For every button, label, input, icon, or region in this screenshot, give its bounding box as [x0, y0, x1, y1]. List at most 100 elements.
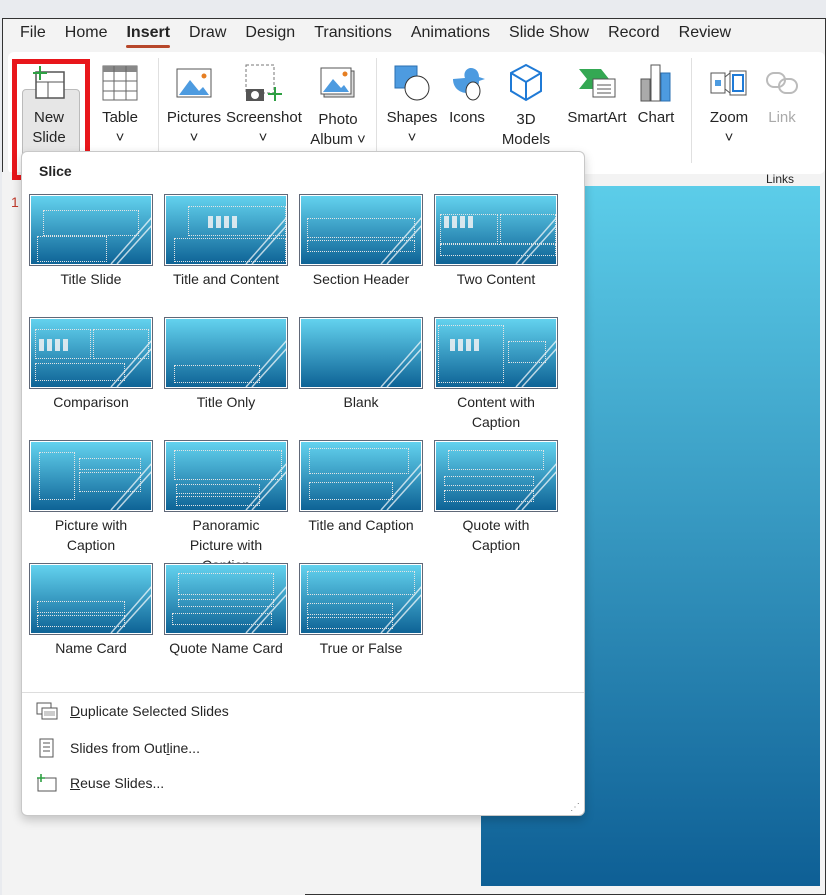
- layout-thumbnail: [434, 317, 558, 389]
- layout-label: Quote with Caption: [462, 517, 530, 553]
- chart-icon: [634, 58, 678, 108]
- layout-title-only[interactable]: Title Only: [161, 317, 291, 412]
- placeholder: [43, 210, 139, 236]
- tab-file[interactable]: File: [20, 19, 46, 51]
- layout-panoramic-picture-with-caption[interactable]: Panoramic Picture with Caption: [161, 440, 291, 575]
- table-button[interactable]: Table ˅: [98, 58, 142, 148]
- shapes-button[interactable]: Shapes ˅: [386, 58, 438, 148]
- layout-label: Comparison: [53, 394, 129, 410]
- tab-record[interactable]: Record: [608, 19, 660, 51]
- layout-label: Two Content: [456, 271, 536, 287]
- layout-label: Quote Name Card: [169, 640, 283, 656]
- placeholder: [309, 448, 409, 474]
- tab-slide-show[interactable]: Slide Show: [509, 19, 589, 51]
- reuse-slides-icon: [36, 774, 58, 792]
- table-icon: [98, 58, 142, 108]
- layout-title-and-caption[interactable]: Title and Caption: [296, 440, 426, 535]
- layout-thumbnail: [29, 563, 153, 635]
- menu-item-reuse-slides[interactable]: Reuse Slides...: [36, 774, 164, 792]
- layout-thumbnail: [434, 440, 558, 512]
- layout-content-with-caption[interactable]: Content with Caption: [431, 317, 561, 432]
- tab-animations[interactable]: Animations: [411, 19, 490, 51]
- resize-grip-icon[interactable]: ⋰: [570, 802, 580, 813]
- placeholder: [178, 599, 274, 607]
- screenshot-button[interactable]: Screenshot ˅: [226, 58, 302, 148]
- screenshot-icon: [226, 58, 300, 108]
- ribbon-tabs: File Home Insert Draw Design Transitions Anima…: [3, 19, 825, 51]
- layout-title-slide[interactable]: Title Slide: [26, 194, 156, 289]
- layout-comparison[interactable]: Comparison: [26, 317, 156, 412]
- layout-two-content[interactable]: Two Content: [431, 194, 561, 289]
- content-icons: [450, 339, 480, 351]
- smartart-button[interactable]: SmartArt: [564, 58, 630, 128]
- layout-thumbnail: [434, 194, 558, 266]
- placeholder: [35, 363, 125, 381]
- zoom-button[interactable]: Zoom ˅: [704, 58, 754, 148]
- layout-label: Title and Caption: [308, 517, 414, 533]
- tab-design[interactable]: Design: [245, 19, 295, 51]
- chart-button[interactable]: Chart: [634, 58, 678, 128]
- placeholder: [37, 601, 125, 613]
- placeholder: [307, 617, 393, 629]
- placeholder: [508, 341, 546, 363]
- layout-quote-name-card[interactable]: Quote Name Card: [161, 563, 291, 658]
- screenshot-chevron: ˅: [258, 129, 268, 146]
- theme-title: Slice: [39, 163, 72, 179]
- menu-item-label: Reuse Slides...: [70, 775, 165, 791]
- placeholder: [174, 365, 260, 383]
- layout-quote-with-caption[interactable]: Quote with Caption: [431, 440, 561, 555]
- layout-label: Picture with Caption: [54, 517, 128, 553]
- icons-label: Icons: [449, 109, 485, 126]
- icons-icon: [444, 58, 490, 108]
- pictures-button[interactable]: Pictures ˅: [166, 58, 222, 148]
- placeholder: [444, 490, 534, 502]
- link-label: Link: [768, 109, 796, 126]
- chart-label: Chart: [637, 109, 675, 126]
- layout-thumbnail: [299, 440, 423, 512]
- placeholder: [37, 615, 125, 627]
- zoom-label: Zoom: [709, 109, 749, 126]
- pictures-icon: [166, 58, 222, 108]
- placeholder: [79, 458, 141, 470]
- link-icon: [760, 58, 804, 108]
- menu-divider: [22, 692, 584, 693]
- link-button[interactable]: Link: [760, 58, 804, 128]
- slide-number: 1: [11, 194, 19, 210]
- tab-review[interactable]: Review: [679, 19, 731, 51]
- layout-blank[interactable]: Blank: [296, 317, 426, 412]
- placeholder: [307, 571, 415, 595]
- zoom-icon: [704, 58, 754, 108]
- icons-button[interactable]: Icons: [444, 58, 490, 128]
- photo-album-button[interactable]: Photo Album ˅: [306, 58, 370, 150]
- menu-item-outline[interactable]: Slides from Outline...: [36, 738, 200, 758]
- photo-album-label: Photo: [318, 111, 358, 128]
- photo-album-icon: [306, 58, 370, 108]
- menu-item-duplicate-slides[interactable]: Duplicate Selected Slides: [36, 702, 229, 720]
- new-slide-dropdown: Slice Title Slide Title and Content Sectio…: [21, 151, 585, 816]
- menu-item-label: Slides from Outline...: [70, 740, 200, 756]
- placeholder: [309, 482, 393, 500]
- separator: [158, 58, 159, 163]
- tab-home[interactable]: Home: [65, 19, 108, 51]
- layout-picture-with-caption[interactable]: Picture with Caption: [26, 440, 156, 555]
- photo-album-chevron: Album ˅: [310, 131, 366, 148]
- placeholder: [37, 236, 107, 262]
- links-group-label: Links: [766, 172, 795, 186]
- shapes-label: Shapes: [386, 109, 438, 126]
- tab-transitions[interactable]: Transitions: [314, 19, 392, 51]
- table-chevron: ˅: [115, 129, 125, 146]
- layout-label: Blank: [343, 394, 379, 410]
- placeholder: [440, 244, 556, 256]
- placeholder: [307, 603, 393, 615]
- placeholder: [172, 613, 272, 625]
- layout-name-card[interactable]: Name Card: [26, 563, 156, 658]
- tab-draw[interactable]: Draw: [189, 19, 226, 51]
- smartart-icon: [564, 58, 630, 108]
- layout-label: Name Card: [55, 640, 127, 656]
- layout-section-header[interactable]: Section Header: [296, 194, 426, 289]
- smartart-label: SmartArt: [567, 109, 627, 126]
- tab-insert[interactable]: Insert: [126, 19, 170, 51]
- layout-true-or-false[interactable]: True or False: [296, 563, 426, 658]
- layout-title-and-content[interactable]: Title and Content: [161, 194, 291, 289]
- placeholder: [39, 452, 75, 500]
